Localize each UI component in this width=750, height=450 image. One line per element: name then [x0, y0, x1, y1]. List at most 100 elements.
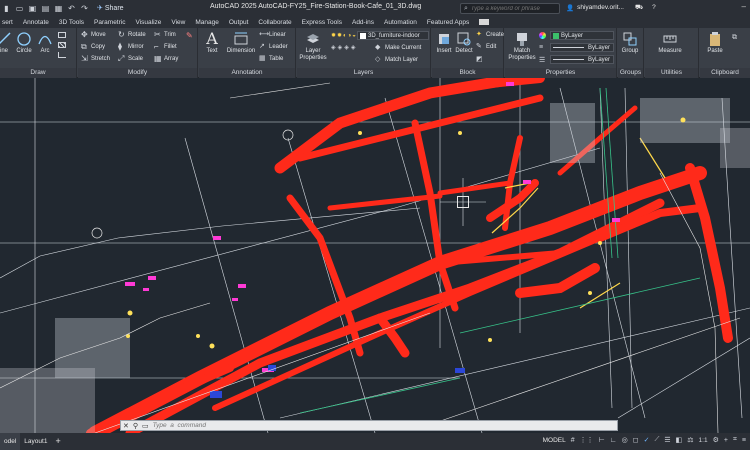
group-button[interactable]: Group [619, 31, 641, 55]
draw-panel-title[interactable]: Draw [0, 68, 76, 78]
add-layout-button[interactable]: + [51, 433, 64, 450]
detect-button[interactable]: Detect [454, 31, 474, 55]
drawing-canvas[interactable] [0, 78, 750, 433]
app-menu-icon[interactable]: ▮ [2, 4, 11, 13]
tab-express-tools[interactable]: Express Tools [302, 19, 342, 26]
rectangle-icon[interactable] [58, 32, 66, 38]
layer-tools-icons[interactable]: ◈◈◈◈ [331, 44, 357, 51]
clipboard-panel-title[interactable]: Clipboard [700, 68, 750, 78]
tab-output[interactable]: Output [229, 19, 249, 26]
open-icon[interactable]: ▭ [15, 4, 24, 13]
layer-state-icons[interactable]: ✹✹◐◑◒ [331, 32, 357, 39]
arc-button[interactable]: Arc [37, 31, 53, 55]
tab-layout1[interactable]: Layout1 [20, 433, 51, 450]
minimize-icon[interactable]: – [742, 2, 746, 11]
circle-button[interactable]: Circle [14, 31, 34, 55]
layers-panel-title[interactable]: Layers [297, 68, 430, 78]
copy-clip-icon[interactable]: ⧉ [732, 34, 737, 42]
properties-panel-title[interactable]: Properties [505, 68, 616, 78]
block-attribute-icon[interactable]: ◩ [476, 55, 483, 63]
cart-icon[interactable]: ⛟ [635, 3, 643, 12]
ribbon-toggle-icon[interactable] [479, 19, 490, 25]
trim-button[interactable]: ✂ Trim [154, 31, 176, 39]
measure-button[interactable]: Measure [655, 31, 685, 55]
isodraft-icon[interactable]: ✓ [644, 436, 650, 444]
color-dropdown[interactable]: ByLayer [550, 31, 614, 40]
osnap-icon[interactable]: ◻ [633, 436, 639, 444]
hatch-icon[interactable] [58, 42, 66, 48]
help-icon[interactable]: ? [652, 4, 656, 11]
edit-block-button[interactable]: ✎ Edit [476, 43, 496, 51]
modify-panel-title[interactable]: Modify [78, 68, 197, 78]
search-box[interactable]: ⌕ [460, 3, 560, 14]
annotation-scale-icon[interactable]: ⚖ [687, 436, 693, 444]
text-button[interactable]: A Text [203, 31, 221, 55]
tab-automation[interactable]: Automation [384, 19, 417, 26]
polar-icon[interactable]: ◎ [622, 436, 628, 444]
drawing-svg[interactable] [0, 78, 750, 433]
leader-button[interactable]: ↗ Leader [259, 43, 288, 51]
command-settings-icon[interactable]: ⚲ [133, 422, 138, 430]
create-block-button[interactable]: ✦ Create [476, 31, 504, 39]
line-button[interactable]: ine [0, 31, 12, 55]
highlighted-structure[interactable] [86, 78, 733, 433]
tab-view[interactable]: View [171, 19, 185, 26]
annotation-panel-title[interactable]: Annotation [199, 68, 295, 78]
tab-manage[interactable]: Manage [195, 19, 219, 26]
tab-model[interactable]: odel [0, 433, 21, 450]
copy-button[interactable]: ⧉ Copy [81, 43, 105, 51]
make-current-button[interactable]: ◆ Make Current [375, 44, 421, 52]
transparency-icon[interactable]: ◧ [676, 436, 683, 444]
linetype-dropdown[interactable]: ByLayer [550, 43, 614, 52]
annotation-scale-value[interactable]: 1:1 [699, 437, 708, 444]
array-button[interactable]: ▦ Array [154, 55, 178, 63]
tab-add-ins[interactable]: Add-ins [352, 19, 374, 26]
snap-icon[interactable]: ⋮⋮ [580, 436, 594, 444]
match-properties-button[interactable]: Match Properties [508, 31, 536, 62]
tab-3d-tools[interactable]: 3D Tools [59, 19, 84, 26]
print-icon[interactable]: ▦ [54, 4, 63, 13]
rotate-button[interactable]: ↻ Rotate [118, 31, 146, 39]
block-panel-title[interactable]: Block [432, 68, 503, 78]
tab-visualize[interactable]: Visualize [135, 19, 161, 26]
polyline-icon[interactable] [58, 52, 66, 58]
units-icon[interactable]: ⌗ [733, 436, 737, 444]
ortho-icon[interactable]: ∟ [610, 437, 617, 444]
workspace-gear-icon[interactable]: ⚙ [713, 436, 719, 444]
tab-insert[interactable]: sert [2, 19, 13, 26]
match-layer-button[interactable]: ◇ Match Layer [375, 56, 418, 64]
customize-icon[interactable]: ≡ [742, 437, 746, 444]
user-account[interactable]: 👤 shiyamdev.orit... ⛟ ? [566, 3, 656, 12]
infer-icon[interactable]: ⊢ [599, 436, 605, 444]
add-icon[interactable]: + [724, 437, 728, 444]
tab-collaborate[interactable]: Collaborate [258, 19, 291, 26]
move-button[interactable]: ✥ Move [81, 31, 106, 39]
scale-button[interactable]: ⤢ Scale [118, 55, 143, 63]
dimension-button[interactable]: Dimension [225, 31, 257, 55]
stretch-button[interactable]: ⇲ Stretch [81, 55, 110, 63]
redo-icon[interactable]: ↷ [80, 4, 89, 13]
command-line[interactable]: ✕ ⚲ ▭ [120, 420, 618, 431]
linear-button[interactable]: ⟷ Linear [259, 31, 286, 39]
color-wheel-icon[interactable] [539, 32, 546, 39]
fillet-button[interactable]: ⌐ Fillet [154, 43, 177, 51]
close-command-icon[interactable]: ✕ [123, 422, 129, 430]
layer-dropdown[interactable]: 3D_furniture-indoor [357, 31, 429, 40]
groups-panel-title[interactable]: Groups [618, 68, 643, 78]
mirror-button[interactable]: ⧫ Mirror [118, 43, 144, 51]
lineweight-dropdown[interactable]: ByLayer [550, 55, 614, 64]
lineweight-toggle-icon[interactable]: ☰ [664, 436, 670, 444]
table-button[interactable]: ▦ Table [259, 55, 283, 63]
tab-featured-apps[interactable]: Featured Apps [427, 19, 469, 26]
lineweight-icon[interactable]: ☰ [539, 56, 545, 64]
insert-button[interactable]: Insert [434, 31, 454, 55]
search-input[interactable] [470, 5, 556, 12]
undo-icon[interactable]: ↶ [67, 4, 76, 13]
save-icon[interactable]: ▣ [28, 4, 37, 13]
layer-properties-button[interactable]: Layer Properties [299, 31, 327, 62]
erase-icon[interactable]: ✎ [186, 31, 193, 40]
command-input[interactable] [152, 422, 573, 429]
model-space-toggle[interactable]: MODEL [543, 437, 566, 444]
otrack-icon[interactable]: ⟋ [654, 436, 659, 444]
save-as-icon[interactable]: ▤ [41, 4, 50, 13]
